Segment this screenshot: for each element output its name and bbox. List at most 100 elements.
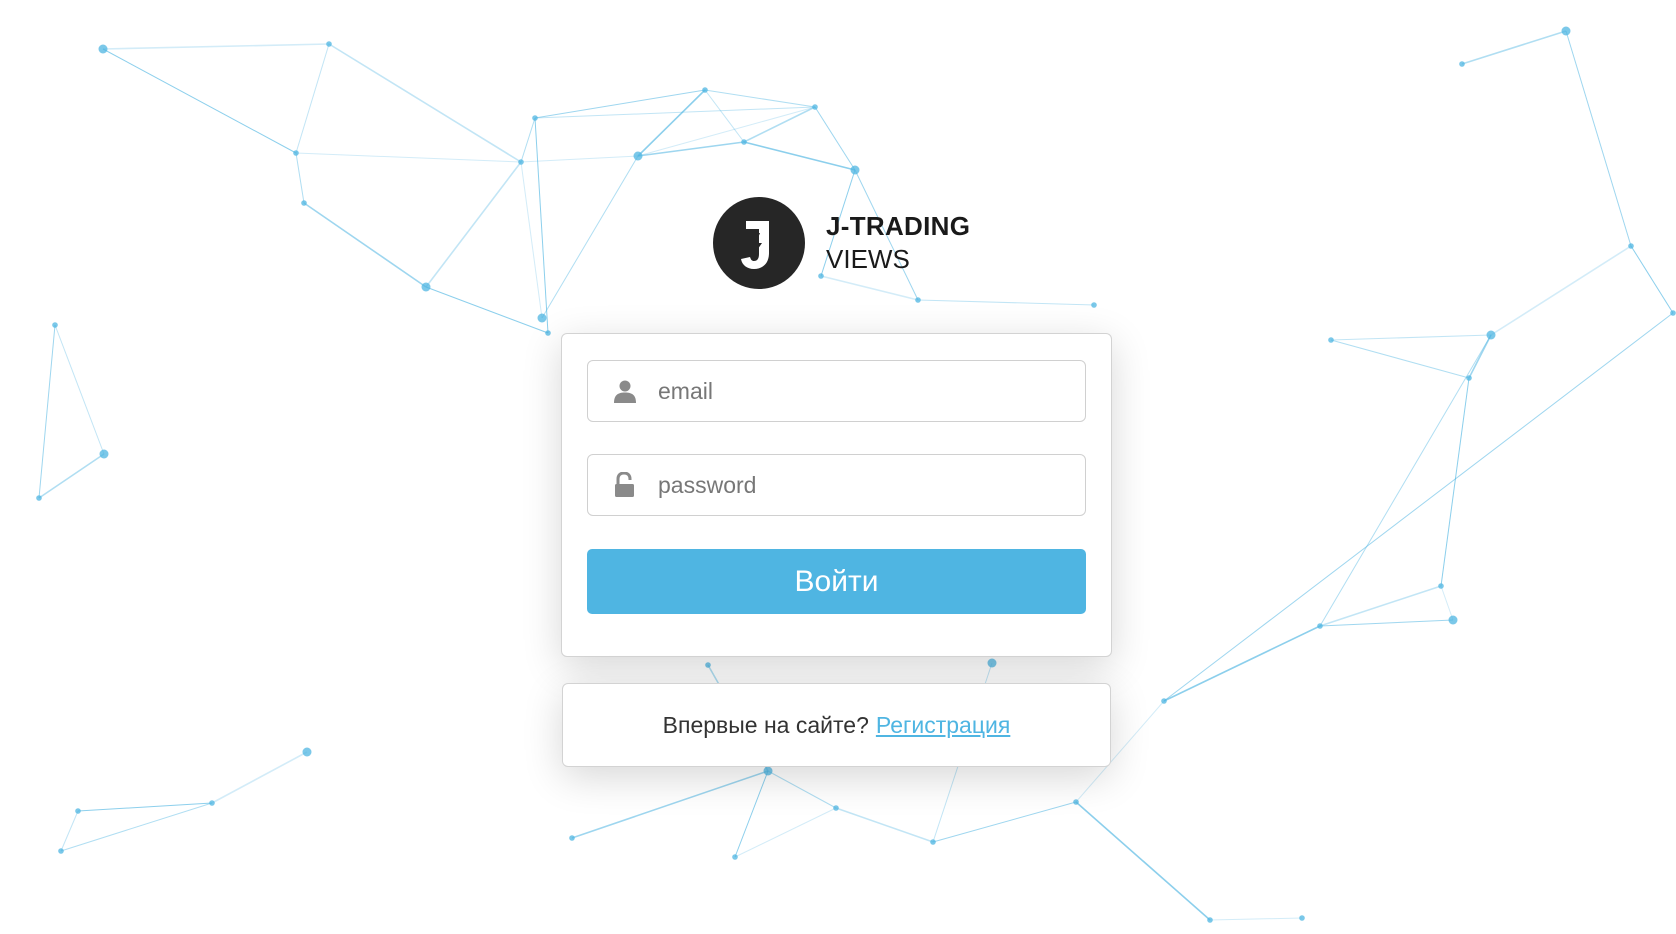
network-line: [704, 89, 816, 108]
login-button[interactable]: Войти: [587, 549, 1086, 614]
network-line: [38, 324, 56, 499]
network-node: [326, 41, 332, 47]
network-node: [1628, 243, 1634, 249]
network-node: [421, 282, 431, 292]
network-line: [1209, 917, 1303, 921]
network-node: [293, 150, 299, 156]
network-line: [1330, 339, 1470, 379]
password-input[interactable]: [656, 470, 1080, 500]
network-line: [1075, 801, 1211, 921]
network-line: [743, 141, 856, 171]
network-line: [425, 161, 522, 288]
network-node: [518, 159, 524, 165]
network-node: [302, 747, 312, 757]
network-line: [1565, 30, 1632, 247]
network-line: [835, 807, 934, 843]
network-line: [1630, 245, 1674, 314]
network-line: [1319, 619, 1454, 627]
network-node: [1459, 61, 1465, 67]
network-node: [99, 449, 109, 459]
network-line: [303, 202, 427, 288]
network-line: [734, 770, 769, 858]
network-line: [295, 152, 305, 204]
brand-title: J-TRADING: [826, 211, 971, 241]
network-node: [1317, 623, 1323, 629]
network-line: [637, 141, 745, 157]
user-icon: [612, 378, 638, 404]
network-node: [1670, 310, 1676, 316]
network-node: [209, 800, 215, 806]
brand-subtitle: VIEWS: [826, 244, 910, 274]
network-line: [571, 770, 769, 839]
network-line: [295, 152, 522, 163]
network-node: [705, 662, 711, 668]
network-line: [541, 155, 639, 319]
network-line: [1319, 585, 1442, 627]
network-line: [917, 299, 1095, 306]
network-node: [1073, 799, 1079, 805]
network-node: [569, 835, 575, 841]
login-page: J-TRADING VIEWS Войти В: [0, 0, 1676, 934]
network-line: [637, 89, 706, 157]
network-node: [732, 854, 738, 860]
network-line: [211, 751, 308, 804]
network-node: [763, 766, 773, 776]
register-link[interactable]: Регистрация: [876, 712, 1010, 739]
email-field[interactable]: [587, 360, 1086, 422]
email-input[interactable]: [656, 376, 1080, 406]
network-node: [1161, 698, 1167, 704]
network-line: [1440, 377, 1470, 587]
network-line: [743, 106, 816, 143]
network-line: [534, 106, 816, 119]
network-line: [534, 89, 706, 119]
network-line: [102, 43, 330, 50]
network-line: [1330, 334, 1492, 341]
network-node: [58, 848, 64, 854]
network-node: [1207, 917, 1213, 923]
network-line: [520, 117, 536, 163]
network-line: [295, 43, 330, 154]
network-node: [812, 104, 818, 110]
network-line: [1319, 334, 1492, 627]
login-form: Войти: [561, 333, 1112, 657]
network-line: [1163, 625, 1321, 702]
network-line: [1461, 30, 1567, 65]
network-node: [1091, 302, 1097, 308]
unlock-icon: [612, 472, 638, 498]
brand-text: J-TRADING VIEWS: [826, 210, 970, 276]
network-node: [1438, 583, 1444, 589]
network-node: [833, 805, 839, 811]
signup-prompt: Впервые на сайте?: [662, 711, 869, 738]
network-node: [537, 313, 547, 323]
network-line: [54, 324, 105, 455]
network-node: [545, 330, 551, 336]
network-line: [60, 810, 79, 852]
network-node: [75, 808, 81, 814]
network-node: [301, 200, 307, 206]
network-node: [741, 139, 747, 145]
network-node: [52, 322, 58, 328]
network-line: [1490, 245, 1632, 336]
network-node: [1328, 337, 1334, 343]
network-node: [98, 44, 108, 54]
brand-logo-icon: [713, 197, 805, 289]
brand-logo: J-TRADING VIEWS: [713, 197, 970, 289]
network-line: [328, 43, 522, 163]
network-node: [850, 165, 860, 175]
network-node: [915, 297, 921, 303]
network-line: [102, 48, 297, 154]
network-node: [1466, 375, 1472, 381]
network-line: [932, 801, 1077, 843]
network-node: [633, 151, 643, 161]
network-node: [1486, 330, 1496, 340]
network-line: [1440, 585, 1454, 621]
signup-panel: Впервые на сайте? Регистрация: [562, 683, 1111, 767]
network-line: [814, 106, 856, 171]
network-line: [520, 155, 639, 163]
network-node: [930, 839, 936, 845]
network-node: [987, 658, 997, 668]
network-node: [702, 87, 708, 93]
network-node: [1299, 915, 1305, 921]
network-node: [1448, 615, 1458, 625]
password-field[interactable]: [587, 454, 1086, 516]
